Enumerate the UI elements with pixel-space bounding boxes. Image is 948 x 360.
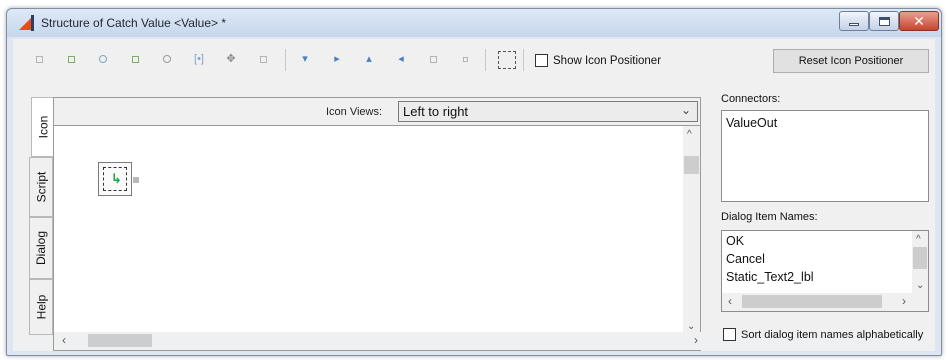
- scroll-down-icon[interactable]: ⌄: [916, 281, 924, 291]
- tab-help[interactable]: Help: [29, 279, 53, 335]
- toolbar-separator: [485, 49, 486, 71]
- scroll-left-icon[interactable]: ‹: [728, 295, 732, 307]
- connectors-list[interactable]: ValueOut: [721, 110, 929, 202]
- list-vertical-scrollbar[interactable]: ^ ⌄: [912, 231, 928, 293]
- align-top-icon[interactable]: [65, 53, 77, 65]
- grid-icon[interactable]: [257, 53, 269, 65]
- sort-alphabetically-checkbox[interactable]: [723, 328, 736, 341]
- terminal-bottom-alt-icon[interactable]: [427, 53, 439, 65]
- tab-script[interactable]: Script: [29, 157, 53, 217]
- list-item[interactable]: Cancel: [726, 252, 765, 266]
- show-icon-positioner-checkbox[interactable]: [535, 54, 548, 67]
- scroll-right-icon[interactable]: ›: [902, 295, 906, 307]
- close-button[interactable]: ✕: [899, 11, 939, 31]
- scroll-left-icon[interactable]: ‹: [62, 334, 66, 346]
- sort-alphabetically-label: Sort dialog item names alphabetically: [741, 329, 924, 341]
- toolbar-separator: [285, 49, 286, 71]
- target-icon[interactable]: [161, 53, 173, 65]
- minimize-button[interactable]: [839, 11, 869, 31]
- list-scroll-thumb[interactable]: [913, 247, 927, 269]
- close-icon: ✕: [913, 13, 925, 29]
- app-icon-bar: [31, 15, 34, 31]
- minimize-icon: [849, 22, 859, 26]
- tab-script-label: Script: [34, 171, 48, 203]
- show-icon-positioner-label: Show Icon Positioner: [553, 55, 662, 67]
- terminal-left-icon[interactable]: ◂: [395, 53, 407, 65]
- horizontal-scroll-thumb[interactable]: [88, 334, 152, 347]
- scroll-down-icon[interactable]: ⌄: [687, 322, 695, 332]
- tab-dialog-label: Dialog: [34, 230, 48, 266]
- tab-icon-label: Icon: [36, 115, 50, 139]
- list-horizontal-scrollbar[interactable]: ‹ ›: [722, 293, 928, 311]
- small-square-icon[interactable]: [459, 53, 471, 65]
- dashed-selection-icon[interactable]: [497, 50, 517, 70]
- vertical-scroll-thumb[interactable]: [684, 156, 699, 174]
- scroll-right-icon[interactable]: ›: [694, 334, 698, 346]
- window-title: Structure of Catch Value <Value> *: [41, 16, 226, 30]
- list-item[interactable]: ValueOut: [726, 116, 777, 130]
- icon-views-select[interactable]: Left to right ⌄: [398, 101, 698, 122]
- title-bar[interactable]: Structure of Catch Value <Value> * ✕: [7, 9, 941, 37]
- tab-dialog[interactable]: Dialog: [29, 217, 53, 279]
- icon-views-value: Left to right: [403, 104, 469, 119]
- horizontal-scrollbar[interactable]: ‹ ›: [54, 332, 702, 350]
- scroll-up-icon[interactable]: ^: [916, 235, 921, 245]
- terminal-top-icon[interactable]: ▴: [363, 53, 375, 65]
- icon-views-bar: Icon Views: Left to right ⌄: [54, 98, 700, 126]
- scroll-up-icon[interactable]: ^: [687, 130, 692, 140]
- vertical-tabs: Icon Script Dialog Help: [29, 97, 55, 335]
- connectors-label: Connectors:: [721, 93, 781, 105]
- tab-help-label: Help: [34, 294, 48, 320]
- terminal-bottom-icon[interactable]: ▾: [299, 53, 311, 65]
- bracket-icon[interactable]: [•]: [193, 53, 205, 65]
- arrow-icon: ↳: [111, 171, 122, 186]
- toolbar-separator: [523, 49, 524, 71]
- circle-icon[interactable]: [97, 53, 109, 65]
- icon-editor-pane: Icon Views: Left to right ⌄ ↳ ^ ⌄ ‹ ›: [53, 97, 702, 351]
- node-icon-preview[interactable]: ↳: [98, 162, 139, 196]
- list-item[interactable]: Static_Text2_lbl: [726, 270, 814, 284]
- list-horizontal-thumb[interactable]: [742, 295, 882, 308]
- list-item[interactable]: OK: [726, 234, 744, 248]
- dialog-item-names-list[interactable]: OK Cancel Static_Text2_lbl ^ ⌄ ‹ ›: [721, 230, 929, 312]
- move-icon[interactable]: ✥: [225, 53, 237, 65]
- dialog-item-names-label: Dialog Item Names:: [721, 211, 818, 223]
- maximize-button[interactable]: [869, 11, 899, 31]
- square-icon[interactable]: [129, 53, 141, 65]
- vertical-scrollbar[interactable]: ^ ⌄: [683, 126, 700, 334]
- icon-views-label: Icon Views:: [326, 106, 383, 118]
- dialog-window: Structure of Catch Value <Value> * ✕ [•]…: [6, 8, 942, 356]
- connector-terminal[interactable]: [133, 177, 139, 183]
- chevron-down-icon: ⌄: [680, 103, 691, 117]
- align-left-icon[interactable]: [33, 53, 45, 65]
- reset-icon-positioner-button[interactable]: Reset Icon Positioner: [773, 49, 929, 73]
- dialog-client: [•] ✥ ▾ ▸ ▴ ◂ Show Icon Positioner Reset…: [13, 39, 935, 351]
- maximize-icon: [878, 16, 890, 26]
- terminal-right-icon[interactable]: ▸: [331, 53, 343, 65]
- tab-icon[interactable]: Icon: [31, 97, 55, 157]
